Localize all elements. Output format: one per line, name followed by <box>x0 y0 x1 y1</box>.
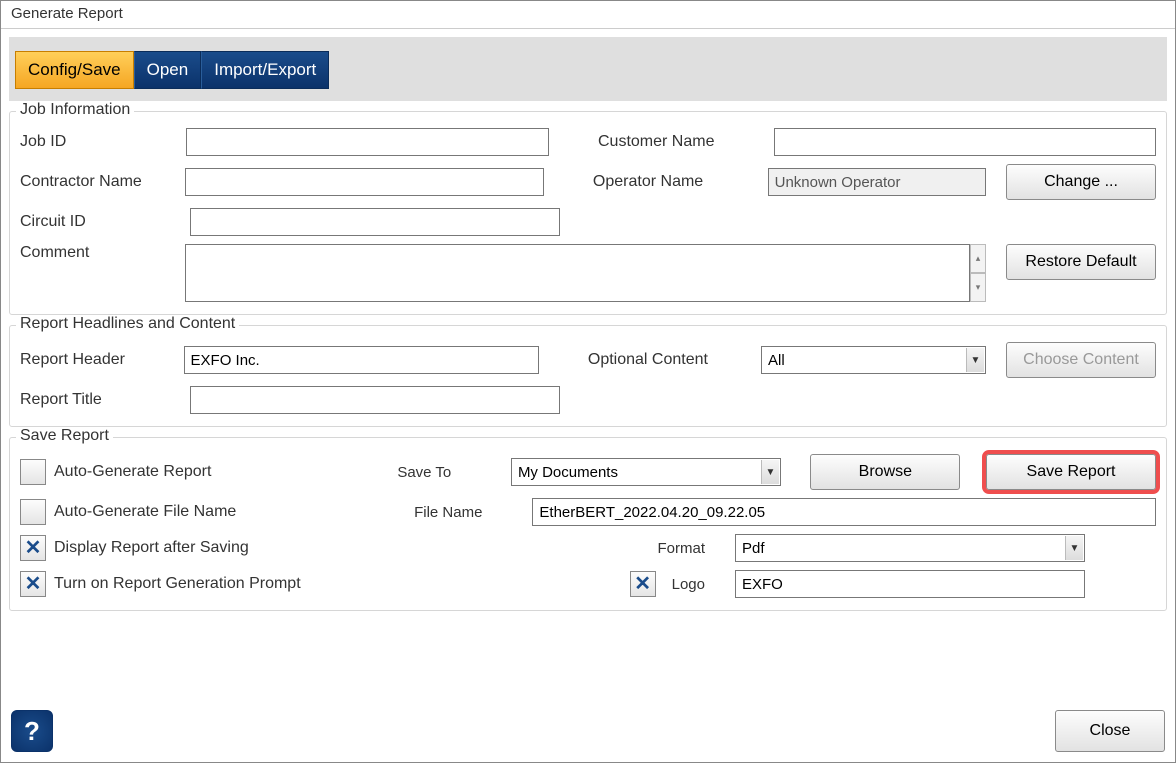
logo-checkbox[interactable]: ✕ <box>630 571 656 597</box>
tab-config-save[interactable]: Config/Save <box>15 51 134 89</box>
question-mark-icon: ? <box>24 716 40 747</box>
file-name-label: File Name <box>414 504 522 521</box>
browse-button[interactable]: Browse <box>810 454 960 490</box>
save-report-group: Save Report Auto-Generate Report Save To… <box>9 437 1167 611</box>
report-headlines-group: Report Headlines and Content Report Head… <box>9 325 1167 427</box>
spin-up-icon[interactable]: ▴ <box>970 244 986 273</box>
logo-input[interactable] <box>735 570 1085 598</box>
report-title-label: Report Title <box>20 391 180 409</box>
job-id-label: Job ID <box>20 133 176 151</box>
tab-open[interactable]: Open <box>134 51 202 89</box>
job-information-group: Job Information Job ID Customer Name Con… <box>9 111 1167 315</box>
spin-down-icon[interactable]: ▾ <box>970 273 986 302</box>
optional-content-label: Optional Content <box>588 351 751 369</box>
save-to-select[interactable] <box>511 458 781 486</box>
auto-generate-filename-label: Auto-Generate File Name <box>54 503 236 521</box>
window-title: Generate Report <box>1 1 1175 28</box>
save-report-legend: Save Report <box>16 427 113 445</box>
save-report-button[interactable]: Save Report <box>986 454 1156 490</box>
optional-content-select[interactable] <box>761 346 986 374</box>
restore-default-button[interactable]: Restore Default <box>1006 244 1156 280</box>
format-select[interactable] <box>735 534 1085 562</box>
footer: ? Close <box>1 698 1175 762</box>
report-header-input[interactable] <box>184 346 540 374</box>
x-mark-icon: ✕ <box>25 574 42 594</box>
report-header-label: Report Header <box>20 351 174 369</box>
x-mark-icon: ✕ <box>25 538 42 558</box>
display-after-saving-checkbox[interactable]: ✕ <box>20 535 46 561</box>
logo-label: Logo <box>672 576 705 593</box>
file-name-input[interactable] <box>532 498 1156 526</box>
help-button[interactable]: ? <box>11 710 53 752</box>
tab-bar: Config/Save Open Import/Export <box>9 37 1167 101</box>
comment-textarea[interactable] <box>185 244 970 302</box>
job-information-legend: Job Information <box>16 101 134 119</box>
save-to-label: Save To <box>397 464 501 481</box>
comment-spin[interactable]: ▴ ▾ <box>970 244 986 302</box>
report-headlines-legend: Report Headlines and Content <box>16 315 239 333</box>
customer-name-input[interactable] <box>774 128 1156 156</box>
report-generation-prompt-checkbox[interactable]: ✕ <box>20 571 46 597</box>
report-title-input[interactable] <box>190 386 560 414</box>
auto-generate-filename-checkbox[interactable] <box>20 499 46 525</box>
contractor-name-input[interactable] <box>185 168 544 196</box>
report-generation-prompt-label: Turn on Report Generation Prompt <box>54 575 301 593</box>
comment-label: Comment <box>20 244 175 262</box>
display-after-saving-label: Display Report after Saving <box>54 539 249 557</box>
auto-generate-report-checkbox[interactable] <box>20 459 46 485</box>
change-operator-button[interactable]: Change ... <box>1006 164 1156 200</box>
operator-name-label: Operator Name <box>593 173 758 191</box>
x-mark-icon: ✕ <box>634 574 651 594</box>
circuit-id-label: Circuit ID <box>20 213 180 231</box>
contractor-name-label: Contractor Name <box>20 173 175 191</box>
customer-name-label: Customer Name <box>598 133 764 151</box>
choose-content-button[interactable]: Choose Content <box>1006 342 1156 378</box>
format-label: Format <box>540 540 725 557</box>
generate-report-window: Generate Report Config/Save Open Import/… <box>0 0 1176 763</box>
tab-import-export[interactable]: Import/Export <box>201 51 329 89</box>
close-button[interactable]: Close <box>1055 710 1165 752</box>
auto-generate-report-label: Auto-Generate Report <box>54 463 211 481</box>
circuit-id-input[interactable] <box>190 208 560 236</box>
window-body: Config/Save Open Import/Export Job Infor… <box>1 28 1175 698</box>
job-id-input[interactable] <box>186 128 548 156</box>
operator-name-value: Unknown Operator <box>768 168 986 196</box>
